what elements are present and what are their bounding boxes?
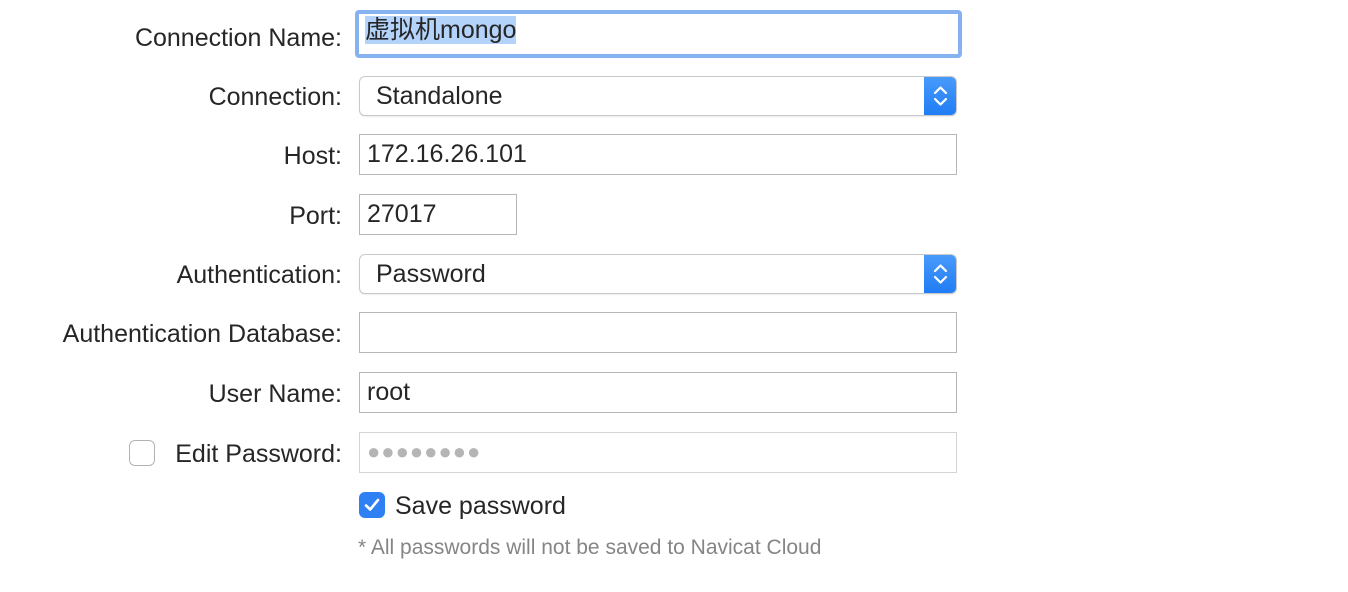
connection-form: Connection Name: 虚拟机mongo Connection: St… (0, 0, 1348, 592)
user-name-input[interactable]: root (359, 372, 957, 413)
connection-selected-value: Standalone (376, 82, 503, 110)
port-input[interactable]: 27017 (359, 194, 517, 235)
connection-name-input[interactable]: 虚拟机mongo (355, 10, 962, 58)
connection-label: Connection: (208, 83, 342, 111)
checkmark-icon (364, 498, 380, 511)
auth-database-label: Authentication Database: (62, 320, 342, 348)
edit-password-label: Edit Password: (175, 440, 342, 468)
cloud-note: * All passwords will not be saved to Nav… (358, 536, 822, 559)
authentication-select[interactable]: Password (359, 254, 957, 294)
authentication-label: Authentication: (176, 261, 342, 289)
save-password-checkbox[interactable] (359, 492, 385, 518)
host-input[interactable]: 172.16.26.101 (359, 134, 957, 175)
connection-select[interactable]: Standalone (359, 76, 957, 116)
password-input: ●●●●●●●● (359, 432, 957, 473)
edit-password-checkbox[interactable] (129, 440, 155, 466)
auth-database-input[interactable] (359, 312, 957, 353)
chevron-up-down-icon (933, 264, 948, 284)
save-password-label[interactable]: Save password (395, 491, 566, 521)
user-name-label: User Name: (208, 380, 342, 408)
chevron-up-down-icon (933, 86, 948, 106)
connection-name-value: 虚拟机mongo (365, 16, 517, 44)
authentication-selected-value: Password (376, 260, 486, 288)
host-label: Host: (283, 142, 342, 170)
connection-stepper[interactable] (924, 77, 956, 115)
connection-name-label: Connection Name: (134, 24, 342, 52)
authentication-stepper[interactable] (924, 255, 956, 293)
port-label: Port: (289, 202, 342, 230)
